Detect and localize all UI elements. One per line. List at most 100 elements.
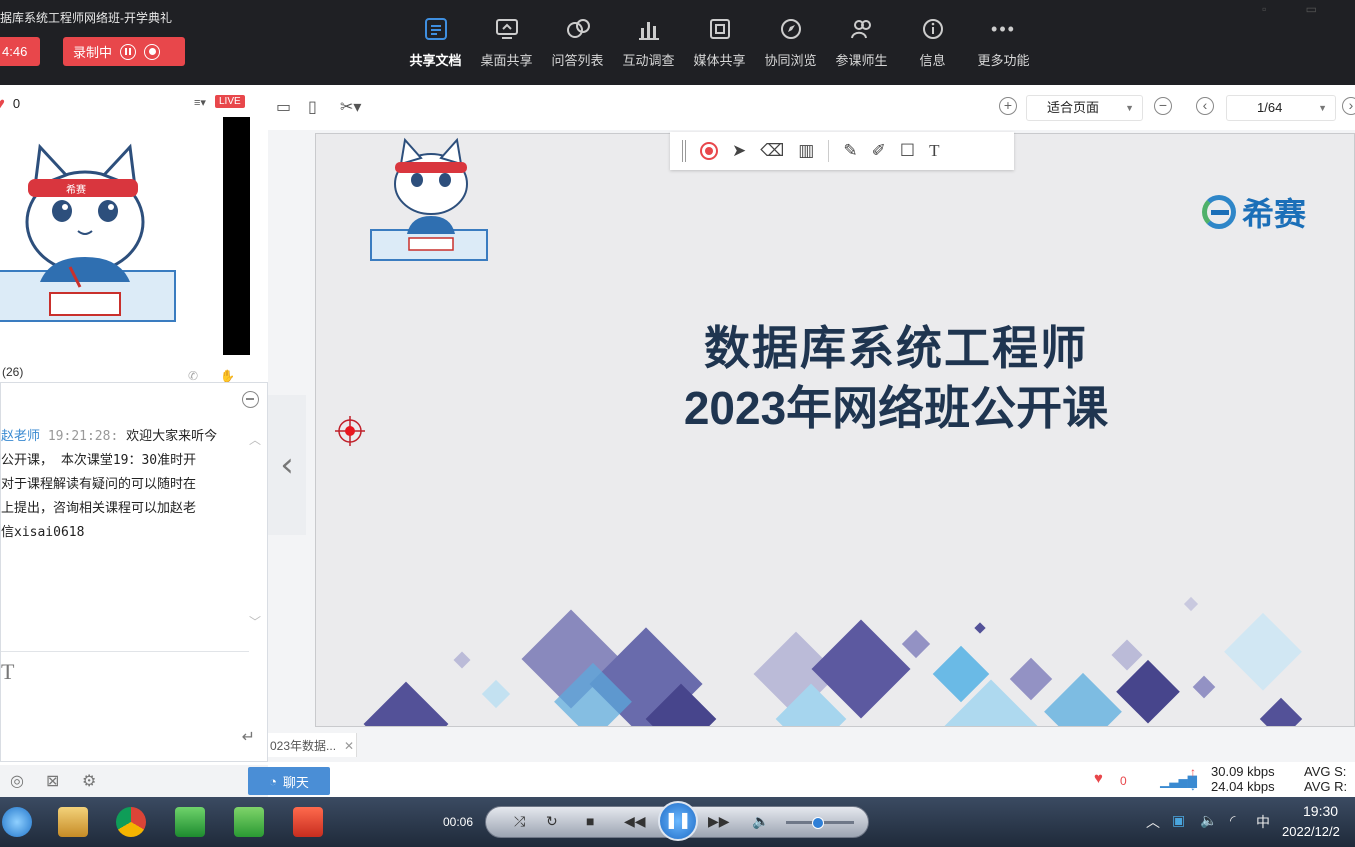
collapse-icon[interactable]	[242, 391, 259, 408]
screen-off-icon[interactable]: ⊠	[46, 771, 59, 791]
nav-participants[interactable]: 参课师生	[826, 14, 897, 69]
document-icon	[400, 14, 471, 44]
chat-line: 公开课， 本次课堂19：30准时开	[1, 453, 197, 468]
settings-icon[interactable]: ⚙	[82, 771, 96, 791]
clock-date[interactable]: 2022/12/2	[1282, 824, 1340, 839]
live-badge: LIVE	[215, 95, 245, 108]
fast-forward-icon[interactable]: ▶▶	[708, 813, 730, 830]
nav-qa[interactable]: 问答列表	[542, 14, 613, 69]
slide-subtitle: 2023年网络班公开课	[683, 382, 1109, 434]
chat-button[interactable]: ◔ 聊天	[248, 767, 330, 795]
nav-survey[interactable]: 互动调查	[613, 14, 684, 69]
upload-rate: 30.09 kbps	[1211, 764, 1275, 779]
zoom-in-icon[interactable]: +	[999, 97, 1017, 115]
elapsed-timer: 4:46	[0, 37, 40, 66]
mic-icon[interactable]: ✆	[188, 369, 198, 383]
chevron-down-icon: ▼	[1318, 103, 1327, 113]
pen-icon[interactable]: ✐	[872, 141, 886, 161]
shuffle-icon[interactable]: ⤮	[514, 813, 525, 830]
heart-icon[interactable]: ♥	[0, 95, 5, 112]
file-explorer-icon[interactable]	[58, 807, 88, 837]
text-tool-icon[interactable]: T	[929, 141, 939, 161]
close-icon[interactable]: ✕	[344, 739, 354, 753]
rectangle-icon[interactable]: ☐	[900, 141, 915, 161]
chat-line: 上提出，咨询相关课程可以加赵老	[1, 501, 197, 516]
scroll-down-icon[interactable]: ﹀	[249, 613, 261, 630]
list-menu-icon[interactable]: ≡▾	[194, 96, 206, 109]
page-value: 1/64	[1257, 100, 1283, 115]
stop-icon[interactable]: ■	[586, 813, 594, 829]
nav-label: 桌面共享	[480, 53, 533, 68]
tray-network-icon[interactable]: ◜	[1230, 812, 1235, 829]
tray-chevron-icon[interactable]: ︿	[1146, 812, 1160, 832]
open-folder-icon[interactable]: ▭	[276, 97, 291, 117]
left-panel: ♥ 0 ≡▾ LIVE 希赛 (26) ✆ ✋ 赵老师 19:21:28: 欢迎…	[0, 85, 268, 797]
scroll-up-icon[interactable]: ︿	[249, 431, 261, 448]
chat-time: 19:21:28:	[47, 429, 119, 444]
drag-handle[interactable]	[682, 140, 686, 162]
fit-mode-select[interactable]: 适合页面 ▼	[1026, 95, 1143, 121]
divider	[828, 140, 830, 162]
send-icon[interactable]: ↵	[242, 727, 255, 747]
volume-icon[interactable]: 🔈	[752, 813, 769, 830]
chevron-down-icon: ▼	[1125, 103, 1134, 113]
nav-more[interactable]: ••• 更多功能	[968, 14, 1039, 69]
qa-icon	[542, 14, 613, 44]
repeat-icon[interactable]: ↻	[546, 813, 558, 830]
chrome-icon[interactable]	[116, 807, 146, 837]
hand-raise-icon[interactable]: ✋	[220, 369, 235, 383]
pause-recording-icon[interactable]	[120, 43, 137, 60]
panel-header: ♥ 0 ≡▾ LIVE	[0, 85, 268, 121]
nav-label: 更多功能	[977, 53, 1030, 68]
highlighter-icon[interactable]: ✎	[843, 141, 857, 161]
prev-page-icon[interactable]: ‹	[1196, 97, 1214, 115]
app-c-green-icon[interactable]	[234, 807, 264, 837]
divider	[1, 651, 249, 652]
chat-message: 赵老师 19:21:28: 欢迎大家来听今 公开课， 本次课堂19：30准时开 …	[1, 425, 231, 545]
document-tab[interactable]: 023年数据... ✕	[268, 733, 358, 757]
laser-pointer-icon	[335, 416, 365, 446]
logo-text: 希赛	[1242, 196, 1307, 232]
app-c-red-icon[interactable]	[293, 807, 323, 837]
eraser-icon[interactable]: ⌫	[760, 141, 784, 161]
select-arrow-icon[interactable]: ➤	[732, 141, 746, 161]
prev-slide-button[interactable]: ‹	[268, 395, 306, 535]
volume-slider[interactable]	[786, 817, 854, 829]
chat-line: 对于课程解读有疑问的可以随时在	[1, 477, 197, 492]
ie-browser-icon[interactable]	[2, 807, 32, 837]
nav-info[interactable]: 信息	[897, 14, 968, 69]
pause-button[interactable]: ❚❚	[658, 801, 698, 841]
recording-status[interactable]: 录制中	[63, 37, 185, 66]
heart-icon[interactable]: ♥	[1094, 770, 1103, 787]
nav-co-browse[interactable]: 协同浏览	[755, 14, 826, 69]
ime-indicator[interactable]: 中	[1256, 812, 1270, 832]
app-green-icon[interactable]	[175, 807, 205, 837]
zoom-out-icon[interactable]: −	[1154, 97, 1172, 115]
clock-time[interactable]: 19:30	[1303, 803, 1338, 819]
nav-label: 信息	[919, 53, 946, 68]
laser-pointer-tool-icon[interactable]	[700, 142, 718, 160]
page-select[interactable]: 1/64 ▼	[1226, 95, 1336, 121]
nav-media-share[interactable]: 媒体共享	[684, 14, 755, 69]
nav-label: 互动调查	[622, 53, 675, 68]
nav-label: 问答列表	[551, 53, 604, 68]
next-page-icon[interactable]: ›	[1342, 97, 1355, 115]
new-file-icon[interactable]: ▯	[308, 97, 317, 117]
scissors-icon[interactable]: ✂▾	[340, 97, 361, 117]
chat-bubble-icon: ◔	[269, 773, 277, 789]
recording-label: 录制中	[73, 45, 113, 60]
chat-button-label: 聊天	[282, 774, 309, 790]
tray-app-icon[interactable]: ▣	[1172, 812, 1185, 829]
nav-share-doc[interactable]: 共享文档	[400, 14, 471, 69]
chat-line: 欢迎大家来听今	[126, 429, 218, 444]
chat-input[interactable]: T	[1, 659, 14, 685]
avg-receive-label: AVG R:	[1304, 779, 1348, 794]
camera-icon[interactable]: ◎	[10, 771, 24, 791]
window-controls[interactable]: ▫ ▭	[1262, 2, 1335, 16]
player-time: 00:06	[443, 815, 474, 829]
tray-volume-icon[interactable]: 🔈	[1200, 812, 1217, 829]
rewind-icon[interactable]: ◀◀	[624, 813, 646, 830]
nav-desktop-share[interactable]: 桌面共享	[471, 14, 542, 69]
stop-recording-icon[interactable]	[144, 43, 161, 60]
clear-brush-icon[interactable]: ▥	[798, 141, 814, 161]
